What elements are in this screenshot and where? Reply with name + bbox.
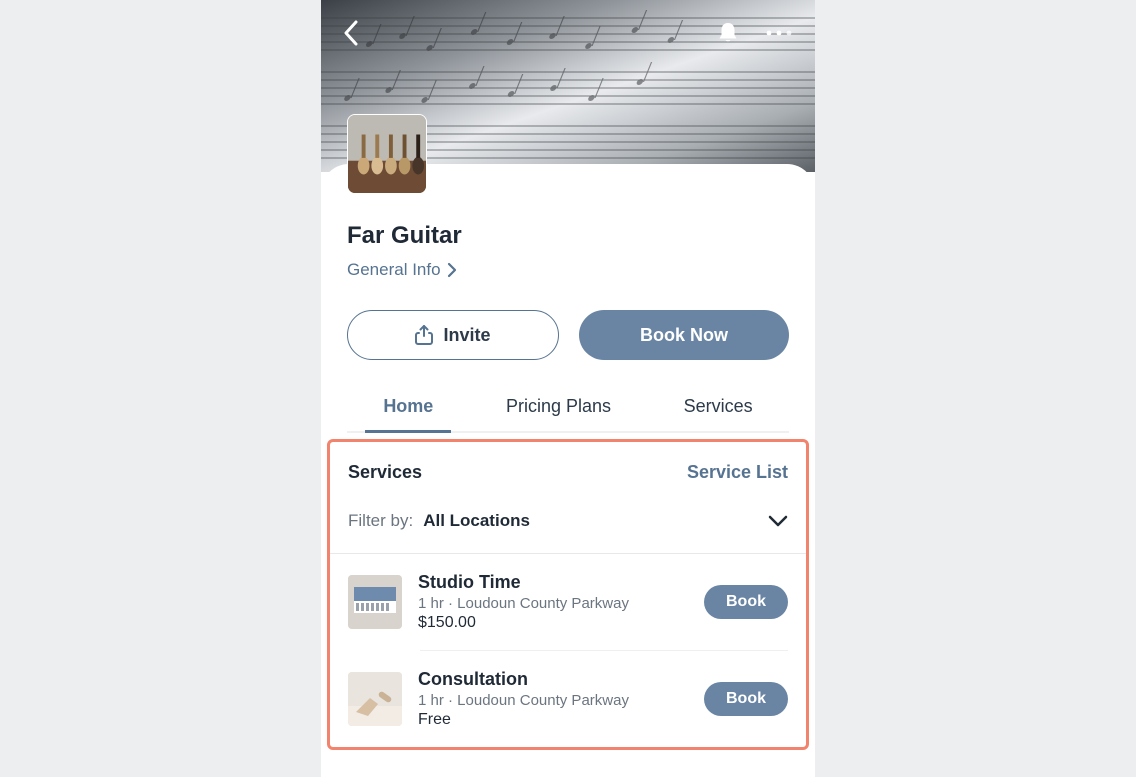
tab-pricing-plans[interactable]: Pricing Plans <box>488 396 629 431</box>
tab-services[interactable]: Services <box>666 396 771 431</box>
filter-value: All Locations <box>423 511 530 531</box>
filter-label: Filter by: <box>348 511 413 531</box>
service-thumbnail <box>348 672 402 726</box>
app-screen: Far Guitar General Info Invite Bo <box>321 0 815 777</box>
tabs: Home Pricing Plans Services <box>347 396 789 433</box>
back-button[interactable] <box>343 20 359 46</box>
service-list-link[interactable]: Service List <box>687 462 788 483</box>
service-title: Studio Time <box>418 572 688 593</box>
tab-home-label: Home <box>383 396 433 416</box>
business-avatar <box>347 114 427 194</box>
services-heading: Services <box>348 462 422 483</box>
business-title: Far Guitar <box>347 222 789 250</box>
share-icon <box>415 325 433 345</box>
business-card: Far Guitar General Info Invite Bo <box>321 164 815 750</box>
chevron-left-icon <box>343 20 359 46</box>
book-button[interactable]: Book <box>704 682 788 716</box>
service-price: $150.00 <box>418 614 688 632</box>
service-title: Consultation <box>418 669 688 690</box>
guitars-thumbnail <box>348 115 426 193</box>
service-price: Free <box>418 711 688 729</box>
tab-services-label: Services <box>684 396 753 416</box>
service-item: Studio Time 1 hr · Loudoun County Parkwa… <box>330 554 806 650</box>
service-meta: 1 hr · Loudoun County Parkway <box>418 595 688 612</box>
general-info-label: General Info <box>347 260 441 280</box>
book-button[interactable]: Book <box>704 585 788 619</box>
book-now-label: Book Now <box>640 325 728 346</box>
filter-row[interactable]: Filter by: All Locations <box>330 489 806 554</box>
tab-home[interactable]: Home <box>365 396 451 431</box>
invite-button[interactable]: Invite <box>347 310 559 360</box>
service-item: Consultation 1 hr · Loudoun County Parkw… <box>330 651 806 747</box>
more-button[interactable] <box>765 29 793 37</box>
book-now-button[interactable]: Book Now <box>579 310 789 360</box>
chevron-down-icon <box>768 515 788 527</box>
bell-icon <box>717 21 739 45</box>
services-highlight-box: Services Service List Filter by: All Loc… <box>327 439 809 750</box>
chevron-right-icon <box>447 262 457 278</box>
general-info-link[interactable]: General Info <box>347 260 789 280</box>
tab-pricing-label: Pricing Plans <box>506 396 611 416</box>
service-thumbnail <box>348 575 402 629</box>
invite-label: Invite <box>443 325 490 346</box>
service-meta: 1 hr · Loudoun County Parkway <box>418 692 688 709</box>
more-horizontal-icon <box>765 29 793 37</box>
notification-button[interactable] <box>717 21 739 45</box>
